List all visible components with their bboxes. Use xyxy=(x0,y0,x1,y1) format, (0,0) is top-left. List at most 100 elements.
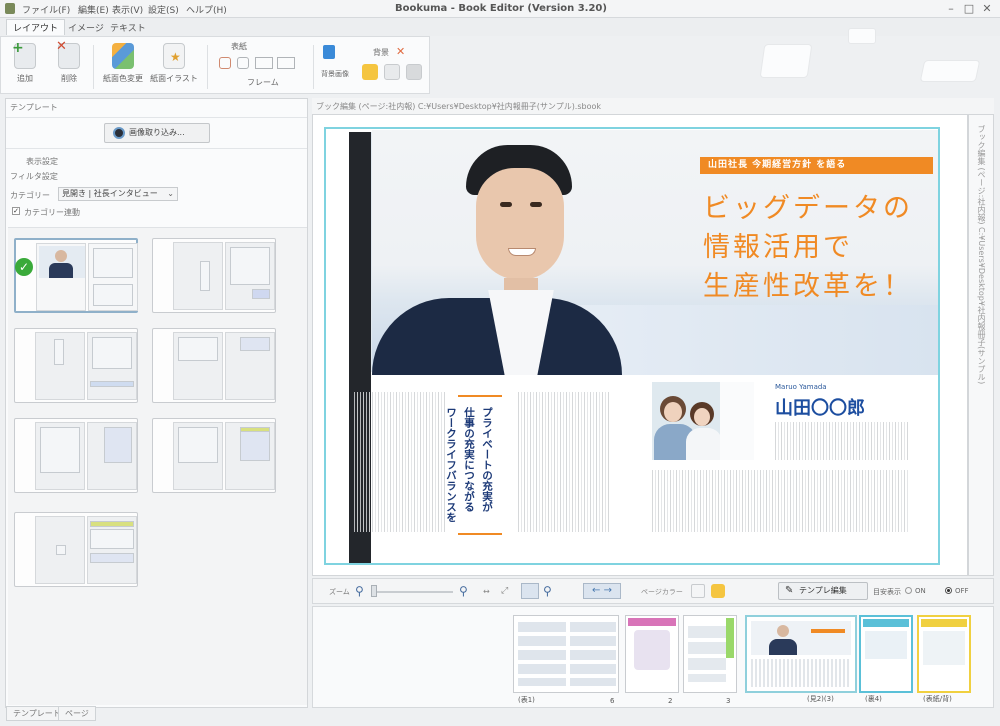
headline-banner[interactable]: 山田社長 今期経営方針 を語る xyxy=(700,157,933,174)
zoom-out-icon[interactable]: ⚲ xyxy=(355,584,364,598)
template-edit-button[interactable]: ✎ テンプレ編集 xyxy=(778,582,868,600)
tab-page[interactable]: ページ xyxy=(58,706,96,721)
color-clear-icon[interactable]: ✕ xyxy=(396,45,405,58)
template-item[interactable] xyxy=(14,418,138,493)
delete-page-button[interactable]: ✕ 削除 xyxy=(53,39,85,84)
import-image-button[interactable]: 画像取り込み... xyxy=(104,123,210,143)
add-page-icon: + xyxy=(12,40,36,69)
person-face xyxy=(476,168,564,280)
template-grid: ✓ xyxy=(8,227,307,705)
page-thumbnail-selected[interactable]: (見2)(3) xyxy=(745,615,857,703)
staff-photo[interactable] xyxy=(652,382,754,460)
headline-line[interactable]: 情報活用で xyxy=(703,225,853,264)
layout-block xyxy=(230,247,270,285)
menu-help[interactable]: ヘルプ(H) xyxy=(186,3,227,16)
headline-line[interactable]: 生産性改革を！ xyxy=(703,264,913,303)
add-label: 追加 xyxy=(17,74,33,83)
body-text-column[interactable] xyxy=(652,470,908,532)
template-item[interactable] xyxy=(152,418,276,493)
tab-image[interactable]: イメージ xyxy=(68,21,104,34)
zoom-fit-button[interactable] xyxy=(521,583,539,599)
template-page xyxy=(87,422,137,490)
layout-block xyxy=(104,427,132,463)
change-layout-button[interactable]: 紙面色変更 xyxy=(101,43,145,84)
frame-shapes[interactable] xyxy=(217,55,307,71)
frame-rounded-icon[interactable] xyxy=(237,57,249,69)
guide-on-radio[interactable] xyxy=(905,587,912,594)
category-select[interactable]: 見開き | 社長インタビュー ⌄ xyxy=(58,187,178,201)
close-icon[interactable]: ✕ xyxy=(980,2,994,15)
person-head xyxy=(55,250,67,262)
category-link-checkbox[interactable]: ✓ xyxy=(12,207,20,215)
headline-line[interactable]: ビッグデータの xyxy=(703,186,913,225)
person-face xyxy=(694,408,710,426)
tab-text[interactable]: テキスト xyxy=(110,21,146,34)
minimize-icon[interactable]: – xyxy=(944,2,958,15)
template-item[interactable] xyxy=(14,238,138,313)
template-page xyxy=(225,242,275,310)
thumbnail-content xyxy=(570,622,616,686)
layout-block xyxy=(90,553,134,563)
color-swatch-white[interactable] xyxy=(384,64,400,80)
background-image-icon[interactable] xyxy=(323,45,335,59)
menu-view[interactable]: 表示(V) xyxy=(112,3,143,16)
illustration-button[interactable]: ★ 紙面イラスト xyxy=(149,43,199,84)
page-thumbnail[interactable]: (表紙/背) xyxy=(917,615,971,703)
tab-layout[interactable]: レイアウト xyxy=(6,19,66,35)
app-icon xyxy=(5,3,15,14)
zoom-in-icon[interactable]: ⚲ xyxy=(459,584,468,598)
person-body xyxy=(686,428,722,460)
add-page-button[interactable]: + 追加 xyxy=(9,40,41,84)
illustration-label: 紙面イラスト xyxy=(150,74,198,83)
frame-round-icon[interactable] xyxy=(219,57,231,69)
guide-off-label: OFF xyxy=(955,587,969,595)
change-layout-label: 紙面色変更 xyxy=(103,74,143,83)
layout-block xyxy=(54,339,64,365)
template-page xyxy=(35,516,85,584)
name-heading[interactable]: 山田〇〇郎 xyxy=(775,394,865,420)
page-color-yellow[interactable] xyxy=(711,584,725,598)
delete-page-icon: ✕ xyxy=(56,39,80,69)
template-item[interactable] xyxy=(14,512,138,587)
layout-block xyxy=(178,427,218,463)
menu-settings[interactable]: 設定(S) xyxy=(148,3,179,16)
frame-top-label: 表紙 xyxy=(231,42,247,51)
color-swatch-gray[interactable] xyxy=(406,64,422,80)
ribbon: + 追加 ✕ 削除 紙面色変更 ★ 紙面イラスト 表紙 フレーム 背景画像 背景… xyxy=(0,36,430,94)
thumbnail-label: (見2)(3) xyxy=(807,695,834,703)
page-thumbnail[interactable]: 3 xyxy=(683,615,737,705)
frame-wide-icon[interactable] xyxy=(277,57,295,69)
menu-file[interactable]: ファイル(F) xyxy=(22,3,70,16)
name-romaji[interactable]: Maruo Yamada xyxy=(775,383,827,391)
template-item[interactable] xyxy=(14,328,138,403)
page-nav-arrows[interactable]: ← → xyxy=(583,583,621,599)
maximize-icon[interactable]: □ xyxy=(962,2,976,15)
guide-off-radio[interactable] xyxy=(945,587,952,594)
zoom-slider[interactable] xyxy=(373,591,453,593)
thumbnail-content xyxy=(751,659,851,687)
body-text-column[interactable] xyxy=(354,392,446,532)
template-page xyxy=(87,332,137,400)
color-swatch-yellow[interactable] xyxy=(362,64,378,80)
zoom-slider-handle[interactable] xyxy=(371,585,377,597)
frame-rect-icon[interactable] xyxy=(255,57,273,69)
template-item[interactable] xyxy=(152,238,276,313)
page-thumbnail[interactable]: 2 xyxy=(625,615,679,705)
template-item[interactable] xyxy=(152,328,276,403)
vertical-scrollbar[interactable]: ブック編集 (ページ:社内報) C:¥Users¥Desktop¥社内報冊子(サ… xyxy=(968,114,994,576)
page-thumbnail[interactable]: (裏4) xyxy=(859,615,913,703)
menu-edit[interactable]: 編集(E) xyxy=(78,3,109,16)
body-text-column[interactable] xyxy=(775,422,909,460)
fit-width-icon[interactable]: ↔ xyxy=(483,587,490,596)
thumbnail-content xyxy=(518,622,566,686)
fit-page-icon[interactable]: ⤢ xyxy=(501,586,508,596)
template-page xyxy=(173,242,223,310)
page-thumbnail[interactable]: (表1) 6 xyxy=(513,615,619,705)
zoom-icon[interactable]: ⚲ xyxy=(543,584,552,598)
ribbon-separator xyxy=(93,45,94,89)
thumbnail-banner xyxy=(811,629,845,633)
vertical-subtitle[interactable]: プライベートの充実が 仕事の充実につながる ワークライフバランスを xyxy=(445,395,502,535)
palette-icon xyxy=(112,43,134,69)
body-text-column[interactable] xyxy=(518,392,610,532)
page-color-white[interactable] xyxy=(691,584,705,598)
